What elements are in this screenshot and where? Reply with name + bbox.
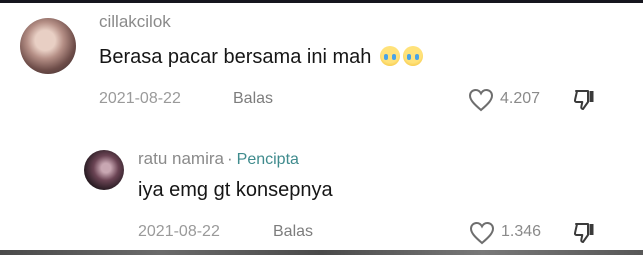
like-count: 4.207: [500, 90, 541, 107]
avatar[interactable]: [20, 18, 76, 74]
dislike-icon[interactable]: [572, 88, 596, 112]
reply-username-row: ratu namira · Pencipta: [138, 149, 299, 169]
like-count: 1.346: [501, 223, 542, 240]
avatar[interactable]: [84, 150, 124, 190]
creator-badge: Pencipta: [236, 151, 299, 168]
heart-icon[interactable]: [468, 88, 494, 112]
comment-username[interactable]: cillakcilok: [99, 12, 171, 32]
crying-face-emoji-icon: [402, 46, 423, 66]
top-divider: [0, 0, 643, 3]
comment-text: Berasa pacar bersama ini mah: [99, 46, 423, 69]
dislike-icon[interactable]: [572, 221, 596, 245]
comment-date: 2021-08-22: [138, 223, 220, 240]
reply-button[interactable]: Balas: [233, 90, 273, 108]
bottom-divider: [0, 250, 643, 255]
reply-button[interactable]: Balas: [273, 223, 313, 241]
comment-text: iya emg gt konsepnya: [138, 179, 333, 201]
separator-dot: ·: [226, 149, 233, 168]
comment-text-body: Berasa pacar bersama ini mah: [99, 46, 372, 68]
heart-icon[interactable]: [469, 221, 495, 245]
crying-face-emoji-icon: [379, 46, 400, 66]
comment-date: 2021-08-22: [99, 90, 181, 107]
comment-username[interactable]: ratu namira: [138, 149, 224, 168]
